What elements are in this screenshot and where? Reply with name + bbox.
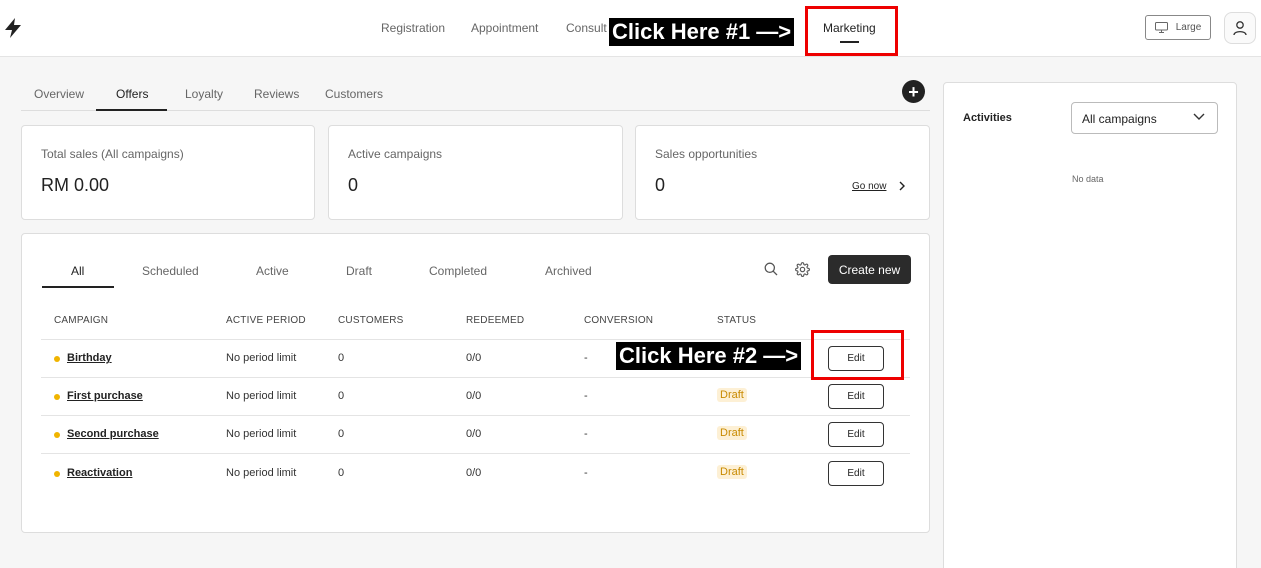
chevron-right-icon[interactable] xyxy=(899,181,905,191)
display-size-button[interactable]: Large xyxy=(1145,15,1211,40)
stat-label: Total sales (All campaigns) xyxy=(41,147,184,161)
campaign-link[interactable]: First purchase xyxy=(67,390,143,402)
cell-customers: 0 xyxy=(338,390,345,402)
tab-offers[interactable]: Offers xyxy=(116,87,148,101)
activities-title: Activities xyxy=(963,112,1012,124)
stat-value: RM 0.00 xyxy=(41,175,110,195)
campaigns-panel: All Scheduled Active Draft Completed Arc… xyxy=(21,233,930,533)
tab-all[interactable]: All xyxy=(71,264,84,278)
campaign-link[interactable]: Birthday xyxy=(67,352,112,364)
stat-value: 0 xyxy=(655,175,666,195)
column-active-period: ACTIVE PERIOD xyxy=(226,315,306,326)
user-icon xyxy=(1233,21,1247,36)
column-redeemed: REDEEMED xyxy=(466,315,525,326)
subtab-active-indicator xyxy=(96,109,167,111)
column-customers: CUSTOMERS xyxy=(338,315,404,326)
stat-label: Active campaigns xyxy=(348,147,443,161)
cell-redeemed: 0/0 xyxy=(466,467,482,479)
annotation-box-2 xyxy=(811,330,904,380)
lightning-logo-icon[interactable] xyxy=(3,17,23,39)
status-badge: Draft xyxy=(717,388,747,402)
stat-card-sales-opportunities: Sales opportunities 0 Go now xyxy=(635,125,930,220)
table-row: Second purchase No period limit 0 0/0 - … xyxy=(41,416,910,454)
column-conversion: CONVERSION xyxy=(584,315,654,326)
cell-customers: 0 xyxy=(338,352,345,364)
gear-icon[interactable] xyxy=(795,262,810,277)
chevron-down-icon xyxy=(1193,113,1205,120)
cell-period: No period limit xyxy=(226,352,297,364)
edit-button[interactable]: Edit xyxy=(828,461,884,486)
edit-button[interactable]: Edit xyxy=(828,422,884,447)
status-dot xyxy=(54,432,60,438)
tab-customers[interactable]: Customers xyxy=(325,87,383,101)
monitor-icon xyxy=(1154,22,1168,33)
status-dot xyxy=(54,471,60,477)
tab-draft[interactable]: Draft xyxy=(346,264,372,278)
tab-overview[interactable]: Overview xyxy=(34,87,84,101)
status-dot xyxy=(54,394,60,400)
annotation-click-here-2: Click Here #2 —> xyxy=(616,342,802,370)
activities-panel: Activities All campaigns No data xyxy=(943,82,1237,568)
cell-conversion: - xyxy=(584,352,588,364)
cell-conversion: - xyxy=(584,467,588,479)
cell-period: No period limit xyxy=(226,390,297,402)
stat-card-active-campaigns: Active campaigns 0 xyxy=(328,125,623,220)
create-new-button[interactable]: Create new xyxy=(828,255,911,284)
table-row: First purchase No period limit 0 0/0 - D… xyxy=(41,378,910,416)
search-icon[interactable] xyxy=(764,262,778,276)
user-menu-button[interactable] xyxy=(1224,12,1256,44)
tab-scheduled[interactable]: Scheduled xyxy=(142,264,199,278)
campaign-filter-select[interactable]: All campaigns xyxy=(1071,102,1218,134)
tab-active[interactable]: Active xyxy=(256,264,289,278)
campaign-tab-active-indicator xyxy=(42,286,114,288)
cell-period: No period limit xyxy=(226,428,297,440)
topnav-consult[interactable]: Consult xyxy=(566,21,607,35)
plus-icon: + xyxy=(908,81,919,102)
cell-conversion: - xyxy=(584,390,588,402)
tab-reviews[interactable]: Reviews xyxy=(254,87,299,101)
tab-archived[interactable]: Archived xyxy=(545,264,592,278)
empty-state-text: No data xyxy=(1072,174,1104,184)
column-campaign: CAMPAIGN xyxy=(54,315,109,326)
annotation-click-here-1: Click Here #1 —> xyxy=(609,18,795,46)
cell-customers: 0 xyxy=(338,467,345,479)
tab-completed[interactable]: Completed xyxy=(429,264,487,278)
add-button[interactable]: + xyxy=(902,80,925,103)
cell-conversion: - xyxy=(584,428,588,440)
campaign-link[interactable]: Second purchase xyxy=(67,428,159,440)
campaign-filter-value: All campaigns xyxy=(1082,112,1157,126)
topnav-appointment[interactable]: Appointment xyxy=(471,21,538,35)
edit-button[interactable]: Edit xyxy=(828,384,884,409)
go-now-link[interactable]: Go now xyxy=(852,181,886,192)
cell-redeemed: 0/0 xyxy=(466,428,482,440)
stat-card-total-sales: Total sales (All campaigns) RM 0.00 xyxy=(21,125,315,220)
cell-customers: 0 xyxy=(338,428,345,440)
campaign-link[interactable]: Reactivation xyxy=(67,467,132,479)
stat-label: Sales opportunities xyxy=(655,147,758,161)
cell-period: No period limit xyxy=(226,467,297,479)
cell-redeemed: 0/0 xyxy=(466,352,482,364)
annotation-box-1 xyxy=(805,6,898,56)
column-status: STATUS xyxy=(717,315,757,326)
stat-value: 0 xyxy=(348,175,359,195)
tab-loyalty[interactable]: Loyalty xyxy=(185,87,223,101)
status-badge: Draft xyxy=(717,426,747,440)
cell-redeemed: 0/0 xyxy=(466,390,482,402)
table-header: CAMPAIGN ACTIVE PERIOD CUSTOMERS REDEEME… xyxy=(41,307,910,340)
marketing-subtabs: Overview Offers Loyalty Reviews Customer… xyxy=(21,80,930,111)
status-badge: Draft xyxy=(717,465,747,479)
display-size-label: Large xyxy=(1175,22,1202,33)
topnav-registration[interactable]: Registration xyxy=(381,21,445,35)
status-dot xyxy=(54,356,60,362)
table-row: Reactivation No period limit 0 0/0 - Dra… xyxy=(41,455,910,493)
